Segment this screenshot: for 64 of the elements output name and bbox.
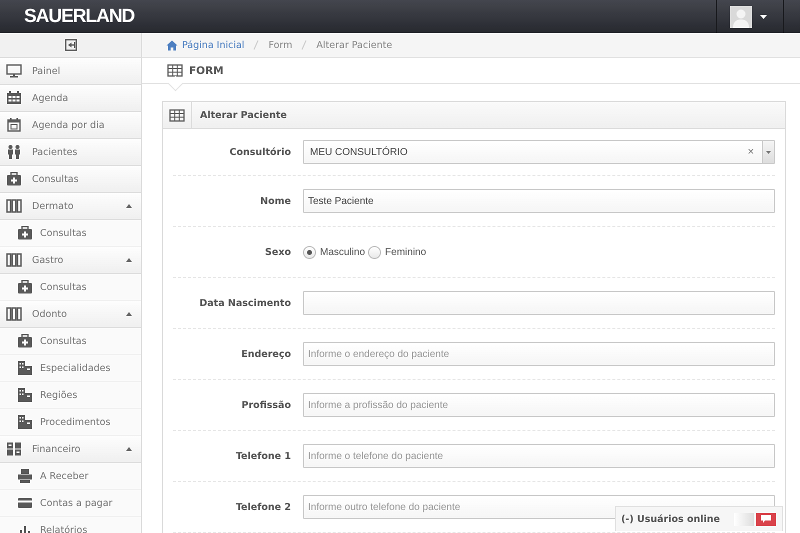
menu-group[interactable]: Gastro bbox=[0, 247, 141, 274]
field-label: Nome bbox=[260, 196, 291, 206]
table-icon bbox=[167, 64, 183, 77]
columns-icon bbox=[6, 307, 22, 321]
printer-icon bbox=[17, 469, 33, 483]
menu-group[interactable]: Odonto bbox=[0, 301, 141, 328]
people-icon bbox=[6, 145, 22, 159]
table-icon bbox=[169, 108, 185, 122]
text-field[interactable]: Informe o endereço do paciente bbox=[303, 342, 775, 366]
radio-option[interactable]: Feminino bbox=[368, 246, 426, 258]
home-icon bbox=[166, 40, 178, 50]
menu-group[interactable]: Financeiro bbox=[0, 436, 141, 463]
field-label: Consultório bbox=[230, 146, 291, 158]
building-icon bbox=[17, 361, 33, 375]
avatar-icon bbox=[730, 6, 752, 28]
calendar-day-icon bbox=[6, 118, 22, 132]
radio-option[interactable]: Masculino bbox=[303, 246, 366, 258]
building-icon bbox=[17, 415, 33, 429]
calendar-icon bbox=[6, 91, 22, 105]
grid-icon bbox=[6, 442, 22, 456]
medkit-icon bbox=[17, 334, 33, 348]
text-field[interactable] bbox=[303, 291, 775, 315]
caret-icon bbox=[766, 150, 771, 154]
medkit-icon bbox=[17, 226, 33, 240]
chart-icon bbox=[17, 523, 33, 533]
speech-bubble-icon bbox=[761, 515, 771, 523]
breadcrumb-item: Alterar Paciente bbox=[316, 40, 392, 50]
breadcrumb-item[interactable]: Form bbox=[268, 40, 292, 50]
field-label: Telefone 2 bbox=[236, 502, 291, 512]
field-label: Endereço bbox=[241, 348, 291, 360]
status-switch[interactable] bbox=[734, 512, 754, 526]
text-field[interactable]: Informe o telefone do paciente bbox=[303, 444, 775, 468]
field-label: Telefone 1 bbox=[236, 450, 291, 462]
slash-icon bbox=[253, 40, 260, 50]
building-icon bbox=[17, 388, 33, 402]
dropdown-button[interactable] bbox=[762, 141, 774, 163]
columns-icon bbox=[6, 253, 22, 267]
radio-button[interactable] bbox=[303, 246, 316, 258]
text-field[interactable]: Teste Paciente bbox=[303, 189, 775, 213]
chat-button[interactable] bbox=[756, 512, 776, 526]
monitor-icon bbox=[6, 64, 22, 78]
text-field[interactable]: Informe a profissão do paciente bbox=[303, 393, 775, 417]
caret-icon bbox=[760, 14, 767, 18]
medkit-icon bbox=[17, 280, 33, 294]
menu-group[interactable]: Dermato bbox=[0, 193, 141, 220]
sidebar-collapse-icon bbox=[64, 39, 76, 51]
page-title: FORM bbox=[189, 64, 224, 76]
clear-button[interactable]: × bbox=[740, 146, 762, 158]
sidebar-item[interactable]: Pacientes bbox=[0, 139, 141, 166]
columns-icon bbox=[6, 199, 22, 213]
select-field[interactable]: MEU CONSULTÓRIO × bbox=[303, 140, 775, 164]
field-label: Sexo bbox=[265, 246, 291, 258]
slash-icon bbox=[301, 40, 308, 50]
field-label: Profissão bbox=[242, 400, 291, 410]
medkit-icon bbox=[6, 172, 22, 186]
panel-title: Alterar Paciente bbox=[199, 110, 287, 120]
field-label: Data Nascimento bbox=[199, 298, 291, 308]
sidebar-item[interactable]: Agenda por dia bbox=[0, 112, 141, 139]
radio-button[interactable] bbox=[368, 246, 382, 258]
sidebar-item[interactable]: Painel bbox=[0, 58, 141, 85]
card-icon bbox=[17, 496, 33, 510]
sidebar-item[interactable]: Consultas bbox=[0, 166, 141, 193]
sidebar-item[interactable]: Agenda bbox=[0, 85, 141, 112]
home-link[interactable]: Página Inicial bbox=[166, 40, 244, 50]
